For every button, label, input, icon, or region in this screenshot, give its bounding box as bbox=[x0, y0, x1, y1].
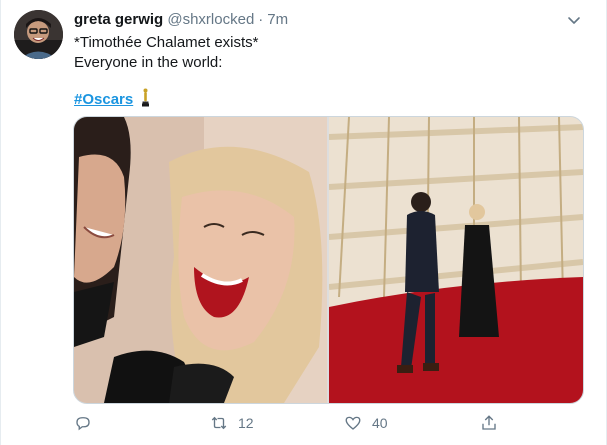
reply-button[interactable] bbox=[74, 412, 102, 434]
display-name[interactable]: greta gerwig bbox=[74, 11, 163, 28]
tweet-text-line: Everyone in the world: bbox=[74, 53, 223, 71]
hashtag-link[interactable]: #Oscars bbox=[74, 91, 133, 108]
tweet-card[interactable]: greta gerwig @shxrlocked · 7m *Timothée Ch… bbox=[0, 0, 607, 445]
media-image-red-carpet[interactable] bbox=[328, 117, 583, 403]
retweet-icon bbox=[211, 416, 227, 430]
tweet-timestamp[interactable]: 7m bbox=[267, 11, 288, 28]
avatar[interactable] bbox=[14, 10, 63, 59]
separator-dot: · bbox=[258, 11, 264, 28]
reply-icon bbox=[76, 417, 90, 431]
retweet-count: 12 bbox=[238, 415, 254, 431]
tweet-actions: 12 40 bbox=[74, 412, 499, 434]
share-button[interactable] bbox=[480, 412, 508, 434]
share-icon bbox=[482, 415, 496, 430]
user-handle[interactable]: @shxrlocked bbox=[167, 11, 254, 28]
like-count: 40 bbox=[372, 415, 388, 431]
chevron-down-icon[interactable] bbox=[566, 12, 582, 28]
media-grid[interactable] bbox=[73, 116, 584, 404]
retweet-button[interactable]: 12 bbox=[210, 412, 254, 434]
tweet-header: greta gerwig @shxrlocked · 7m bbox=[74, 10, 288, 30]
hashtag-line: #Oscars bbox=[74, 88, 150, 113]
avatar-image bbox=[14, 10, 63, 59]
tweet-text: *Timothée Chalamet exists* Everyone in t… bbox=[74, 33, 259, 72]
heart-icon bbox=[345, 416, 361, 430]
tweet-text-line: *Timothée Chalamet exists* bbox=[74, 34, 259, 51]
oscar-statuette-icon bbox=[141, 88, 150, 113]
like-button[interactable]: 40 bbox=[344, 412, 388, 434]
media-image-closeup[interactable] bbox=[74, 117, 327, 403]
